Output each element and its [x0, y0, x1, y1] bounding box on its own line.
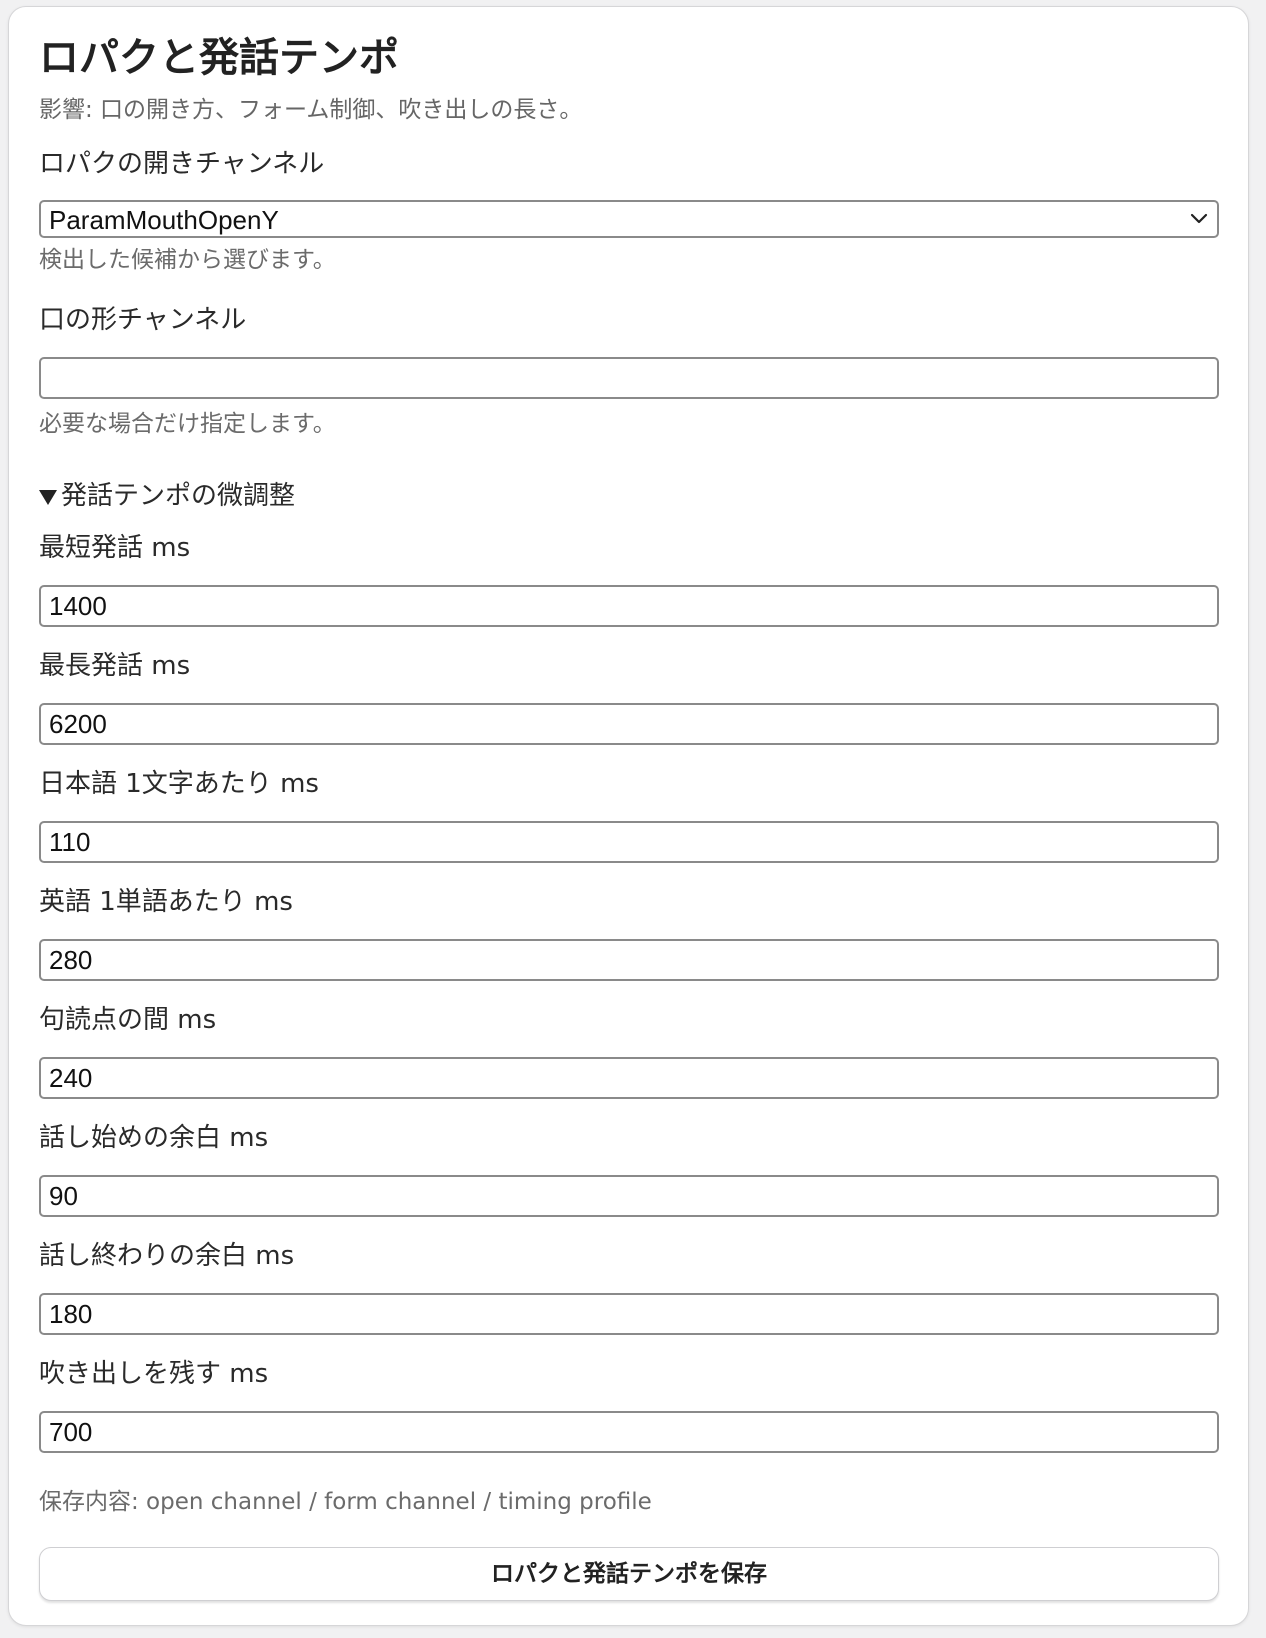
ja-per-char-label: 日本語 1文字あたり ms [39, 769, 319, 799]
lipsync-settings-card: ロパクと発話テンポ 影響: 口の開き方、フォーム制御、吹き出しの長さ。 ロパクの… [8, 6, 1249, 1626]
en-per-word-input[interactable] [39, 939, 1219, 981]
chevron-down-icon [1190, 213, 1208, 224]
open-channel-label: ロパクの開きチャンネル [39, 149, 325, 179]
punctuation-pause-input[interactable] [39, 1057, 1219, 1099]
page-title: ロパクと発話テンポ [39, 35, 399, 81]
lead-padding-label: 話し始めの余白 ms [39, 1123, 269, 1153]
max-utterance-input[interactable] [39, 703, 1219, 745]
open-channel-selected-value: ParamMouthOpenY [49, 205, 279, 235]
tempo-details-toggle[interactable]: 発話テンポの微調整 [39, 481, 295, 512]
save-button[interactable]: ロパクと発話テンポを保存 [39, 1547, 1219, 1601]
bubble-hold-input[interactable] [39, 1411, 1219, 1453]
open-channel-select[interactable]: ParamMouthOpenY [39, 200, 1219, 238]
punctuation-pause-label: 句読点の間 ms [39, 1005, 217, 1035]
form-channel-input[interactable] [39, 357, 1219, 399]
form-channel-label: 口の形チャンネル [39, 305, 247, 335]
disclosure-triangle-icon [39, 490, 57, 506]
tail-padding-input[interactable] [39, 1293, 1219, 1335]
tail-padding-label: 話し終わりの余白 ms [39, 1241, 295, 1271]
page-subtitle: 影響: 口の開き方、フォーム制御、吹き出しの長さ。 [39, 97, 583, 123]
form-channel-hint: 必要な場合だけ指定します。 [39, 411, 336, 437]
en-per-word-label: 英語 1単語あたり ms [39, 887, 293, 917]
bubble-hold-label: 吹き出しを残す ms [39, 1359, 269, 1389]
lead-padding-input[interactable] [39, 1175, 1219, 1217]
max-utterance-label: 最長発話 ms [39, 651, 191, 681]
save-contents-note: 保存内容: open channel / form channel / timi… [39, 1489, 652, 1515]
open-channel-hint: 検出した候補から選びます。 [39, 247, 336, 273]
tempo-details-summary: 発話テンポの微調整 [61, 481, 296, 511]
min-utterance-label: 最短発話 ms [39, 533, 191, 563]
ja-per-char-input[interactable] [39, 821, 1219, 863]
min-utterance-input[interactable] [39, 585, 1219, 627]
